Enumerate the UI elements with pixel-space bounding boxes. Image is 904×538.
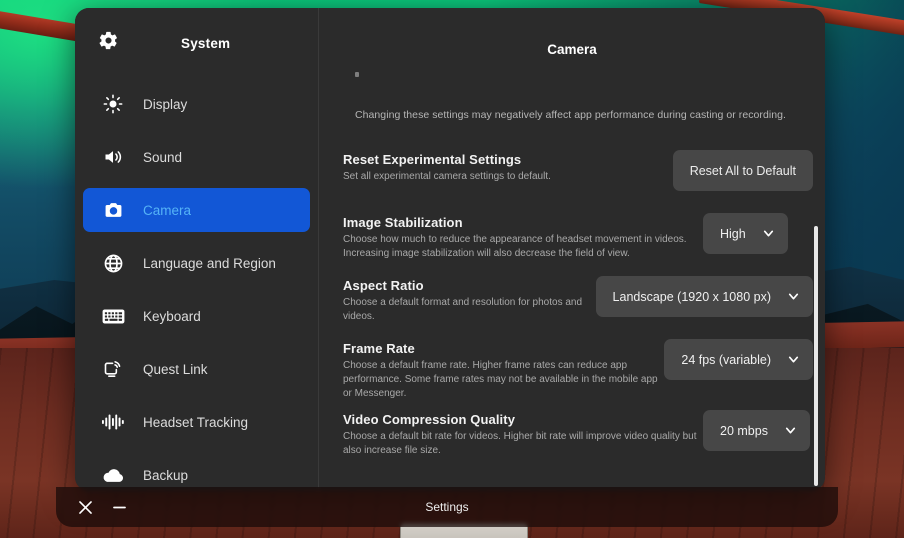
setting-text: Aspect Ratio Choose a default format and… [343, 274, 596, 324]
minimize-icon [112, 506, 126, 508]
sidebar-item-label: Keyboard [143, 308, 201, 324]
sidebar-item-backup[interactable]: Backup [83, 453, 310, 491]
settings-sidebar: System Display Sound Camera Language and… [75, 8, 319, 491]
keyboard-icon [98, 304, 128, 328]
setting-control: 24 fps (variable) [664, 337, 813, 380]
setting-description: Choose how much to reduce the appearance… [343, 234, 687, 259]
sidebar-item-camera[interactable]: Camera [83, 188, 310, 232]
setting-description: Set all experimental camera settings to … [343, 171, 551, 182]
setting-row-video-compression-quality: Video Compression Quality Choose a defau… [319, 408, 825, 464]
vertical-scrollbar[interactable] [814, 226, 818, 486]
chevron-down-icon [785, 427, 796, 434]
frame-rate-dropdown[interactable]: 24 fps (variable) [664, 339, 813, 380]
setting-row-reset-experimental-settings: Reset Experimental Settings Set all expe… [319, 148, 825, 204]
page-title: Camera [547, 42, 597, 57]
setting-description: Choose a default frame rate. Higher fram… [343, 360, 658, 399]
sidebar-header: System [75, 8, 318, 78]
camera-icon [98, 198, 128, 222]
setting-control: Reset All to Default [672, 148, 813, 191]
setting-name: Image Stabilization [343, 215, 463, 230]
aspect-ratio-dropdown[interactable]: Landscape (1920 x 1080 px) [595, 276, 813, 317]
setting-row-aspect-ratio: Aspect Ratio Choose a default format and… [319, 274, 825, 330]
sidebar-item-label: Headset Tracking [143, 414, 249, 430]
settings-rows: Reset Experimental Settings Set all expe… [319, 148, 825, 464]
setting-text: Image Stabilization Choose how much to r… [343, 211, 703, 261]
globe-icon [98, 251, 128, 275]
sidebar-item-display[interactable]: Display [83, 82, 310, 126]
sidebar-item-headset-tracking[interactable]: Headset Tracking [83, 400, 310, 444]
sidebar-item-label: Language and Region [143, 255, 276, 271]
scrolled-content-remnant [355, 72, 359, 77]
brightness-icon [98, 92, 128, 116]
close-window-button[interactable] [68, 490, 102, 524]
close-icon [78, 500, 92, 514]
sidebar-title: System [181, 35, 231, 51]
sidebar-item-sound[interactable]: Sound [83, 135, 310, 179]
sidebar-item-label: Display [143, 96, 188, 112]
setting-row-frame-rate: Frame Rate Choose a default frame rate. … [319, 337, 825, 401]
reset-all-to-default-button[interactable]: Reset All to Default [672, 150, 813, 191]
setting-text: Video Compression Quality Choose a defau… [343, 408, 703, 458]
settings-window: System Display Sound Camera Language and… [75, 8, 825, 491]
setting-control: Landscape (1920 x 1080 px) [595, 274, 813, 317]
setting-description: Choose a default format and resolution f… [343, 297, 583, 322]
speaker-icon [98, 145, 128, 169]
waveform-icon [98, 410, 128, 434]
cast-link-icon [98, 357, 128, 381]
chevron-down-icon [788, 293, 799, 300]
dropdown-value: High [720, 226, 746, 241]
sidebar-item-label: Camera [143, 202, 192, 218]
sidebar-item-label: Quest Link [143, 361, 208, 377]
dropdown-value: 24 fps (variable) [681, 352, 771, 367]
setting-control: 20 mbps [703, 408, 810, 451]
chevron-down-icon [763, 230, 773, 237]
dropdown-value: Landscape (1920 x 1080 px) [612, 289, 771, 304]
setting-row-image-stabilization: Image Stabilization Choose how much to r… [319, 211, 825, 267]
minimize-window-button[interactable] [102, 490, 136, 524]
sidebar-item-label: Backup [143, 467, 189, 483]
window-title: Settings [425, 500, 469, 514]
sidebar-item-language-and-region[interactable]: Language and Region [83, 241, 310, 285]
sidebar-item-quest-link[interactable]: Quest Link [83, 347, 310, 391]
cloud-icon [98, 463, 128, 487]
image-stabilization-dropdown[interactable]: High [703, 213, 788, 254]
window-bottom-bar: Settings [56, 487, 838, 527]
video-compression-quality-dropdown[interactable]: 20 mbps [703, 410, 810, 451]
sidebar-item-label: Sound [143, 149, 183, 165]
setting-name: Aspect Ratio [343, 278, 424, 293]
performance-notice: Changing these settings may negatively a… [355, 109, 786, 121]
setting-description: Choose a default bit rate for videos. Hi… [343, 431, 697, 456]
dropdown-value: 20 mbps [720, 423, 768, 438]
setting-name: Frame Rate [343, 341, 415, 356]
setting-control: High [703, 211, 788, 254]
gear-icon [98, 30, 119, 56]
setting-name: Video Compression Quality [343, 412, 516, 427]
settings-main-panel: Camera Changing these settings may negat… [319, 8, 825, 491]
setting-name: Reset Experimental Settings [343, 152, 522, 167]
sidebar-item-keyboard[interactable]: Keyboard [83, 294, 310, 338]
setting-text: Reset Experimental Settings Set all expe… [343, 148, 673, 184]
chevron-down-icon [788, 356, 799, 363]
setting-text: Frame Rate Choose a default frame rate. … [343, 337, 664, 401]
